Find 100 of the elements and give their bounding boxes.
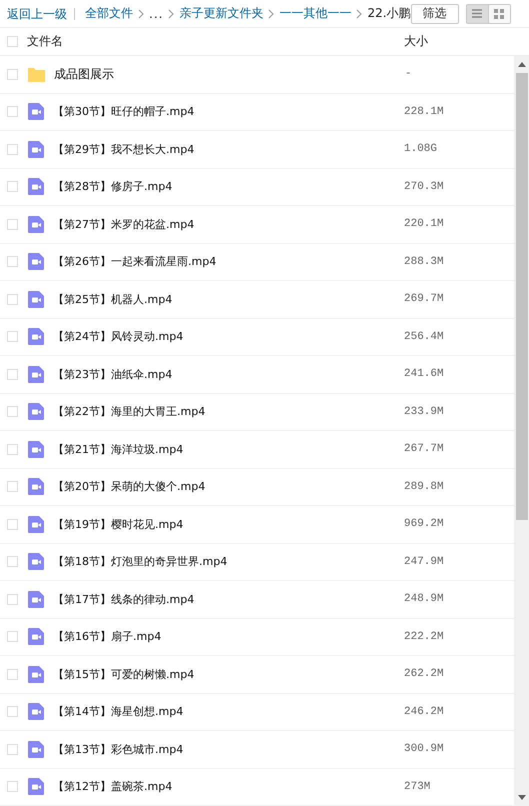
file-size: 269.7M — [404, 293, 444, 306]
checkbox[interactable] — [7, 106, 18, 118]
file-size: 222.2M — [404, 630, 444, 643]
file-name[interactable]: 【第19节】樱时花见.mp4 — [53, 516, 393, 532]
video-file-icon — [28, 403, 44, 420]
file-name[interactable]: 【第29节】我不想长大.mp4 — [53, 142, 393, 157]
file-name[interactable]: 【第15节】可爱的树懒.mp4 — [53, 666, 393, 682]
checkbox[interactable] — [7, 256, 18, 268]
current-folder: 22.小鹏 — [367, 5, 411, 22]
video-file-icon — [28, 290, 44, 308]
file-size: 969.2M — [404, 518, 444, 530]
file-size: 256.4M — [404, 330, 444, 343]
video-file-icon — [28, 216, 44, 233]
file-size: - — [405, 68, 412, 80]
checkbox[interactable] — [7, 294, 18, 305]
scrollbar[interactable] — [514, 56, 529, 806]
file-size: 273M — [404, 780, 430, 793]
video-file-icon — [28, 516, 44, 533]
scroll-down-icon[interactable] — [518, 795, 526, 800]
view-toggle[interactable] — [488, 4, 510, 22]
video-file-icon — [28, 628, 44, 646]
column-header[interactable]: 文件名 — [27, 33, 404, 50]
video-file-icon — [28, 590, 44, 608]
video-file-icon — [28, 103, 44, 120]
column-header[interactable]: 大小 — [404, 33, 428, 50]
file-name[interactable]: 成品图展示 — [54, 66, 394, 83]
file-name[interactable]: 【第13节】彩色城市.mp4 — [53, 742, 393, 757]
list-view-icon — [472, 9, 482, 18]
file-name[interactable]: 【第16节】扇子.mp4 — [53, 629, 393, 644]
file-name[interactable]: 【第30节】旺仔的帽子.mp4 — [53, 104, 393, 120]
back-link[interactable]: 返回上一级 — [7, 8, 75, 20]
chevron-icon — [138, 8, 144, 18]
file-size: 233.9M — [404, 406, 444, 418]
filter-button[interactable]: 筛选 — [410, 4, 459, 24]
file-name[interactable]: 【第20节】呆萌的大傻个.mp4 — [53, 479, 393, 494]
checkbox[interactable] — [7, 144, 18, 155]
checkbox[interactable] — [7, 781, 18, 792]
file-name[interactable]: 【第21节】海洋垃圾.mp4 — [53, 442, 393, 457]
file-size: 241.6M — [404, 368, 444, 380]
chevron-icon — [356, 8, 362, 18]
scrollbar-thumb[interactable] — [516, 73, 528, 520]
file-name[interactable]: 【第12节】盖碗茶.mp4 — [53, 779, 393, 794]
file-name[interactable]: 【第14节】海星创想.mp4 — [53, 704, 393, 720]
checkbox[interactable] — [7, 218, 18, 230]
file-name[interactable]: 【第23节】油纸伞.mp4 — [53, 366, 393, 382]
video-file-icon — [28, 328, 44, 346]
video-file-icon — [28, 553, 44, 570]
file-name[interactable]: 【第22节】海里的大胃王.mp4 — [53, 404, 393, 420]
video-file-icon — [28, 366, 44, 383]
grid-view-icon — [494, 8, 504, 18]
video-file-icon — [28, 253, 44, 270]
file-size: 262.2M — [404, 668, 444, 680]
file-size: 1.08G — [404, 143, 438, 156]
file-size: 270.3M — [404, 180, 444, 193]
breadcrumb-link[interactable]: 亲子更新文件夹 — [179, 5, 264, 22]
file-name[interactable]: 【第28节】修房子.mp4 — [53, 179, 393, 194]
checkbox[interactable] — [7, 594, 18, 605]
file-size: 267.7M — [404, 443, 444, 456]
file-name[interactable]: 【第25节】机器人.mp4 — [53, 292, 393, 307]
checkbox[interactable] — [7, 368, 18, 380]
checkbox[interactable] — [7, 744, 18, 755]
chevron-icon — [268, 8, 274, 18]
file-size: 248.9M — [404, 593, 444, 606]
video-file-icon — [28, 178, 44, 196]
video-file-icon — [28, 140, 44, 158]
file-size: 228.1M — [404, 106, 444, 118]
checkbox[interactable] — [7, 36, 18, 47]
file-name[interactable]: 【第26节】一起来看流星雨.mp4 — [53, 254, 393, 270]
checkbox[interactable] — [7, 444, 18, 455]
file-name[interactable]: 【第17节】线条的律动.mp4 — [53, 592, 393, 607]
breadcrumb-link[interactable]: 一一其他一一 — [279, 5, 352, 22]
breadcrumb-link[interactable]: 全部文件 — [85, 5, 133, 22]
video-file-icon — [28, 666, 44, 683]
video-file-icon — [28, 778, 44, 796]
checkbox[interactable] — [7, 406, 18, 418]
file-size: 288.3M — [404, 256, 444, 268]
file-size: 246.2M — [404, 706, 444, 718]
video-file-icon — [28, 478, 44, 496]
file-name[interactable]: 【第24节】风铃灵动.mp4 — [53, 329, 393, 344]
file-size: 289.8M — [404, 480, 444, 493]
scroll-up-icon[interactable] — [518, 62, 526, 67]
view-toggle[interactable] — [466, 4, 488, 22]
checkbox[interactable] — [7, 518, 18, 530]
checkbox[interactable] — [7, 181, 18, 192]
file-name[interactable]: 【第18节】灯泡里的奇异世界.mp4 — [53, 554, 393, 570]
chevron-icon — [168, 8, 174, 18]
video-file-icon — [28, 703, 44, 720]
video-file-icon — [28, 440, 44, 458]
checkbox[interactable] — [7, 331, 18, 342]
folder-icon — [28, 66, 45, 82]
file-size: 220.1M — [404, 218, 444, 230]
file-size: 247.9M — [404, 556, 444, 568]
checkbox[interactable] — [7, 68, 18, 80]
file-name[interactable]: 【第27节】米罗的花盆.mp4 — [53, 216, 393, 232]
breadcrumb-ellipsis[interactable]: ... — [149, 6, 164, 20]
checkbox[interactable] — [7, 556, 18, 568]
checkbox[interactable] — [7, 481, 18, 492]
checkbox[interactable] — [7, 668, 18, 680]
checkbox[interactable] — [7, 631, 18, 642]
checkbox[interactable] — [7, 706, 18, 718]
